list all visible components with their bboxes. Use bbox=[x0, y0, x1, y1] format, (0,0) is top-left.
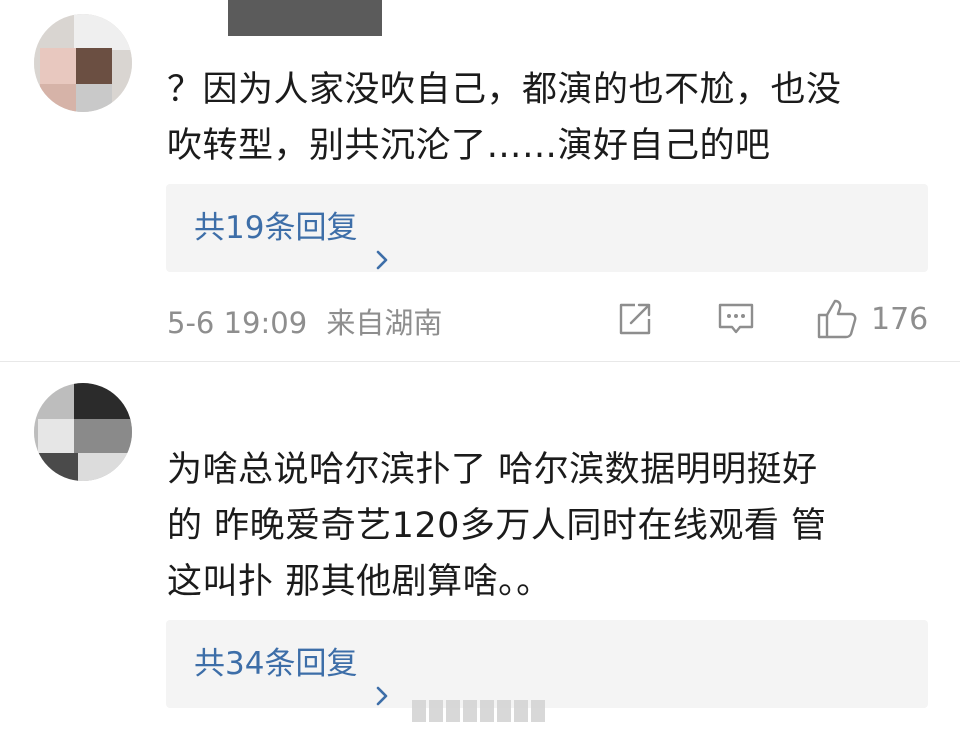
share-button[interactable] bbox=[615, 296, 655, 342]
chevron-right-icon bbox=[371, 653, 393, 706]
redacted-username bbox=[228, 0, 382, 36]
comment-time: 5-6 19:09 bbox=[167, 306, 308, 340]
comment-text-line: ？因为人家没吹自己，都演的也不尬，也没 bbox=[167, 70, 842, 110]
comment-text-line: 的 昨晚爱奇艺120多万人同时在线观看 管 bbox=[167, 506, 827, 546]
view-replies-link[interactable]: 共19条回复 bbox=[194, 184, 393, 272]
like-count: 176 bbox=[871, 301, 929, 337]
comment-text-line: 为啥总说哈尔滨扑了 哈尔滨数据明明挺好 bbox=[167, 450, 818, 490]
like-button[interactable]: 176 bbox=[815, 296, 928, 342]
replies-count-label: 共19条回复 bbox=[194, 210, 358, 246]
comment-text: ？因为人家没吹自己，都演的也不尬，也没 吹转型，别共沉沦了……演好自己的吧 bbox=[167, 62, 937, 174]
replies-count-label: 共34条回复 bbox=[194, 646, 358, 682]
comment-divider bbox=[0, 361, 960, 362]
avatar[interactable] bbox=[34, 14, 132, 112]
share-icon bbox=[615, 299, 655, 339]
chevron-right-icon bbox=[371, 217, 393, 270]
comment-location: 来自湖南 bbox=[326, 306, 443, 340]
thumbs-up-icon bbox=[815, 297, 859, 341]
comment-icon bbox=[716, 299, 756, 339]
comment-button[interactable] bbox=[716, 296, 756, 342]
view-replies-link[interactable]: 共34条回复 bbox=[194, 620, 393, 708]
replies-box[interactable]: 共34条回复 bbox=[166, 620, 928, 708]
comment-text-line: 这叫扑 那其他剧算啥。。 bbox=[167, 562, 552, 602]
avatar[interactable] bbox=[34, 383, 132, 481]
comment-meta: 5-6 19:09 来自湖南 bbox=[167, 300, 442, 342]
watermark bbox=[412, 700, 545, 726]
comment-text-line: 吹转型，别共沉沦了……演好自己的吧 bbox=[167, 126, 771, 166]
comment-text: 为啥总说哈尔滨扑了 哈尔滨数据明明挺好 的 昨晚爱奇艺120多万人同时在线观看 … bbox=[167, 442, 937, 610]
replies-box[interactable]: 共19条回复 bbox=[166, 184, 928, 272]
